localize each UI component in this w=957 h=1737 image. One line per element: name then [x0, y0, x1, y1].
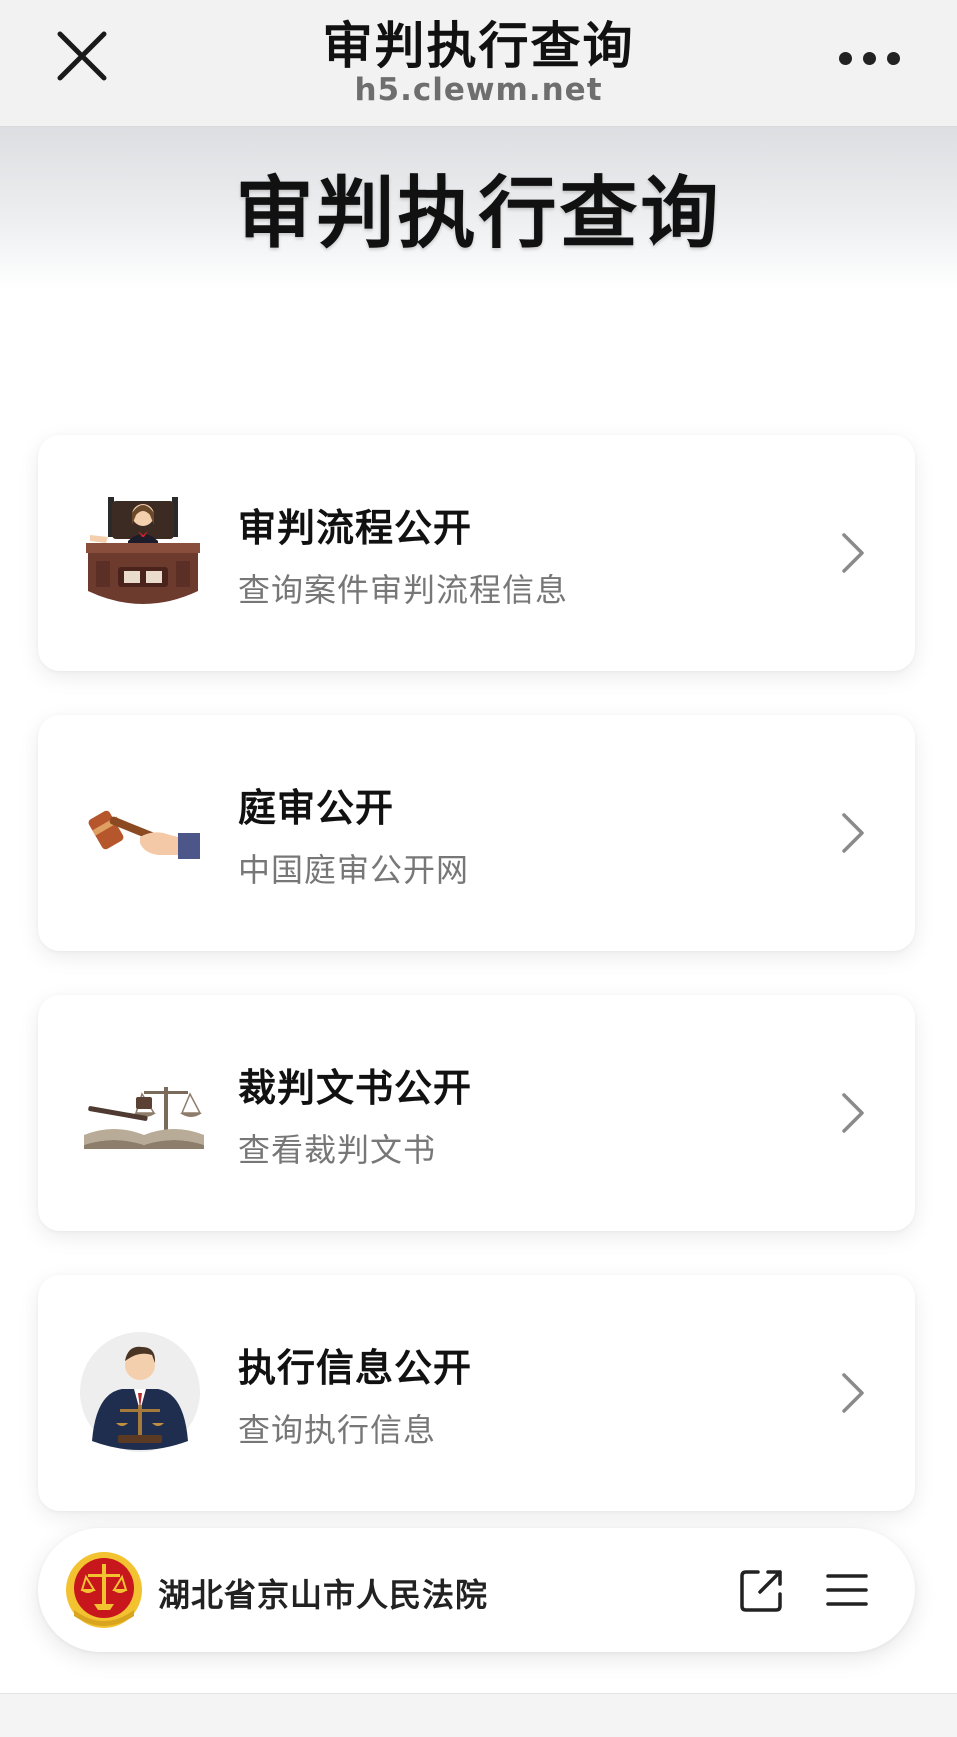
court-name: 湖北省京山市人民法院: [158, 1576, 489, 1614]
card-trial-process[interactable]: 审判流程公开 查询案件审判流程信息: [38, 435, 915, 671]
browser-topbar: 审判执行查询 h5.clewm.net: [0, 0, 957, 127]
card-subtitle: 中国庭审公开网: [238, 851, 470, 889]
chevron-right-icon: [842, 813, 864, 853]
scales-book-icon: [84, 1087, 204, 1149]
footer-bar: 湖北省京山市人民法院: [38, 1528, 915, 1652]
card-title: 裁判文书公开: [238, 1066, 473, 1110]
card-enforcement-info[interactable]: 执行信息公开 查询执行信息: [38, 1275, 915, 1511]
topbar-title: 审判执行查询: [322, 17, 635, 75]
page-banner: 审判执行查询: [0, 127, 957, 290]
lawyer-scales-icon: [80, 1332, 200, 1452]
court-emblem-icon: [66, 1552, 142, 1628]
card-subtitle: 查询执行信息: [238, 1411, 437, 1449]
card-court-hearing[interactable]: 庭审公开 中国庭审公开网: [38, 715, 915, 951]
chevron-right-icon: [842, 1093, 864, 1133]
bottom-strip: [0, 1693, 957, 1737]
card-title: 审判流程公开: [238, 506, 473, 550]
chevron-right-icon: [842, 533, 864, 573]
topbar-url: h5.clewm.net: [354, 72, 603, 108]
share-icon[interactable]: [736, 1564, 788, 1616]
menu-icon[interactable]: [824, 1566, 870, 1614]
chevron-right-icon: [842, 1373, 864, 1413]
card-title: 庭审公开: [238, 786, 395, 830]
card-subtitle: 查看裁判文书: [238, 1131, 437, 1169]
gavel-hand-icon: [88, 810, 200, 859]
card-title: 执行信息公开: [238, 1346, 473, 1390]
judge-bench-icon: [86, 497, 200, 604]
card-judgment-documents[interactable]: 裁判文书公开 查看裁判文书: [38, 995, 915, 1231]
card-subtitle: 查询案件审判流程信息: [238, 571, 569, 609]
more-dots-icon[interactable]: [835, 44, 905, 74]
page-title: 审判执行查询: [235, 169, 722, 259]
